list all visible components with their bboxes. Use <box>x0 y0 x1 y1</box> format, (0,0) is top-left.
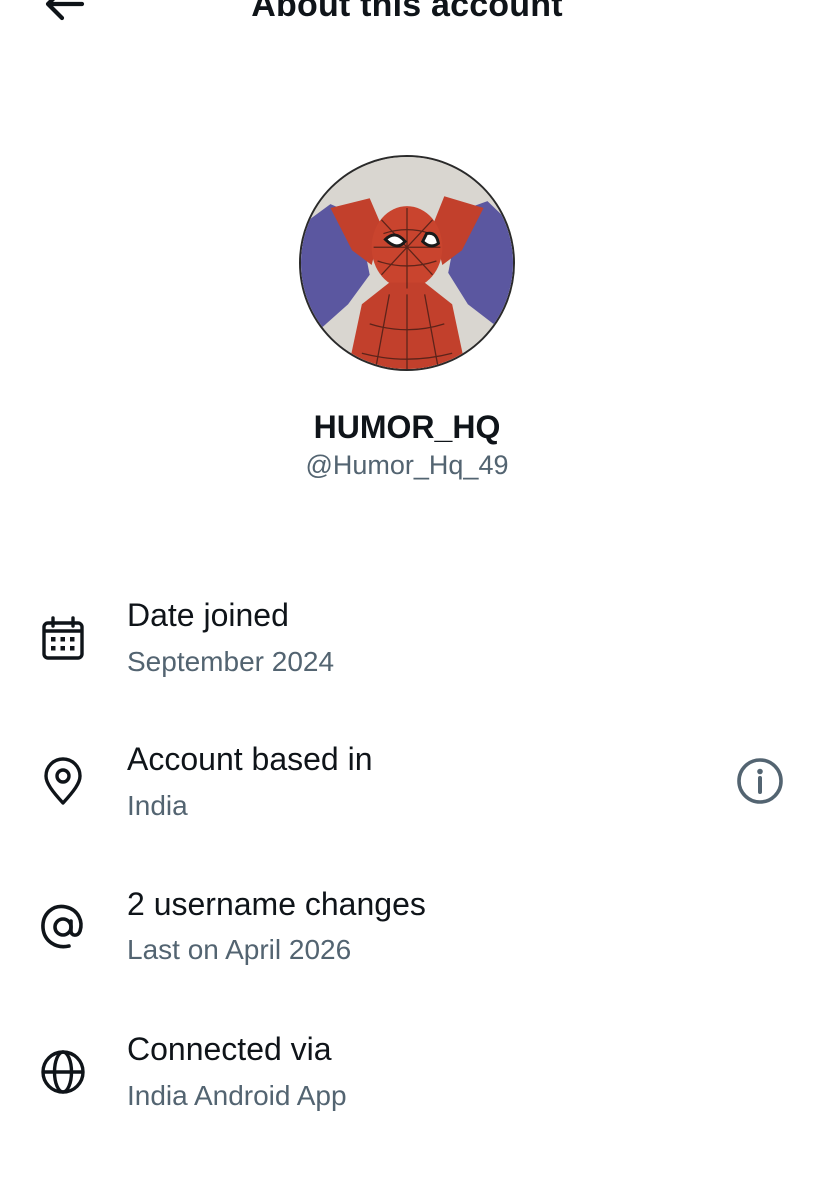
display-name: HUMOR_HQ <box>313 409 501 445</box>
info-row-connected-via: Connected via India Android App <box>0 1025 814 1135</box>
page-title: About this account <box>251 0 563 24</box>
username-handle: @Humor_Hq_49 <box>305 450 509 480</box>
info-row-date-joined: Date joined September 2024 <box>0 590 814 700</box>
calendar-icon <box>38 614 88 664</box>
info-row-account-based-in: Account based in India <box>0 735 814 845</box>
account-based-in-label: Account based in <box>127 741 373 777</box>
account-based-in-value: India <box>127 790 188 821</box>
avatar[interactable] <box>299 155 515 371</box>
username-changes-label: 2 username changes <box>127 886 426 922</box>
globe-icon <box>38 1047 88 1097</box>
connected-via-label: Connected via <box>127 1031 332 1067</box>
info-button[interactable] <box>734 755 786 807</box>
date-joined-label: Date joined <box>127 597 289 633</box>
top-bar: About this account <box>0 0 814 60</box>
at-sign-icon <box>38 902 88 952</box>
username-changes-value: Last on April 2026 <box>127 934 352 965</box>
info-row-username-changes: 2 username changes Last on April 2026 <box>0 880 814 990</box>
connected-via-value: India Android App <box>127 1080 347 1111</box>
date-joined-value: September 2024 <box>127 646 335 677</box>
avatar-image <box>301 157 513 369</box>
info-icon <box>737 758 783 804</box>
location-pin-icon <box>38 757 88 807</box>
